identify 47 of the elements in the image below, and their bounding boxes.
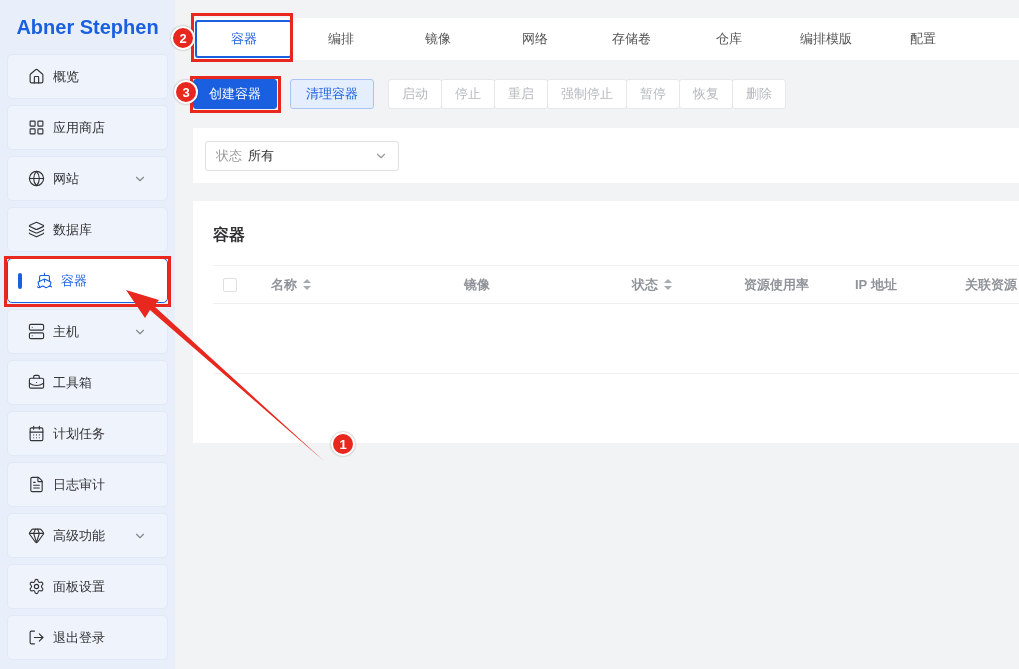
tab[interactable]: 仓库 [680,20,777,58]
sort-icon[interactable] [664,279,672,290]
tab[interactable]: 存储卷 [583,20,680,58]
house-icon [28,68,45,85]
sidebar-item[interactable]: 退出登录 [7,615,168,660]
select-all-checkbox[interactable] [223,277,237,292]
sidebar-item[interactable]: 主机 [7,309,168,354]
status-select[interactable]: 状态 所有 [205,140,399,171]
tab[interactable]: 容器 [195,20,292,58]
column-header: IP 地址 [855,275,897,294]
column-header: 镜像 [464,275,490,294]
action-button[interactable]: 清理容器 [290,79,374,109]
sidebar-item[interactable]: 工具箱 [7,360,168,405]
tab[interactable]: 编排模版 [777,20,874,58]
tab[interactable]: 网络 [486,20,583,58]
table-title: 容器 [213,225,246,245]
column-header: 资源使用率 [744,275,809,294]
column-header: 关联资源 [965,275,1017,294]
sidebar-item[interactable]: 面板设置 [7,564,168,609]
active-indicator [18,273,22,289]
action-button[interactable]: 创建容器 [193,79,277,109]
layers-icon [28,221,45,238]
sidebar-item[interactable]: 数据库 [7,207,168,252]
toolbox-icon [28,374,45,391]
gem-icon [28,527,45,544]
sidebar-item[interactable]: 高级功能 [7,513,168,558]
calendar-icon [28,425,45,442]
ship-icon [36,272,53,289]
brand-logo: Abner Stephen [15,15,160,40]
server-icon [28,323,45,340]
tab[interactable]: 镜像 [389,20,486,58]
globe-icon [28,170,45,187]
sidebar-item[interactable]: 应用商店 [7,105,168,150]
grid-icon [28,119,45,136]
step-badge: 3 [174,80,198,104]
step-badge: 1 [331,432,355,456]
document-icon [28,476,45,493]
sidebar-item[interactable]: 概览 [7,54,168,99]
sidebar-item[interactable]: 日志审计 [7,462,168,507]
settings-icon [28,578,45,595]
tab[interactable]: 编排 [292,20,389,58]
sidebar-item[interactable]: 网站 [7,156,168,201]
logout-icon [28,629,45,646]
sidebar-item[interactable]: 计划任务 [7,411,168,456]
tab[interactable]: 配置 [874,20,971,58]
sort-icon[interactable] [303,279,311,290]
sidebar-item[interactable]: 容器 [7,258,168,303]
